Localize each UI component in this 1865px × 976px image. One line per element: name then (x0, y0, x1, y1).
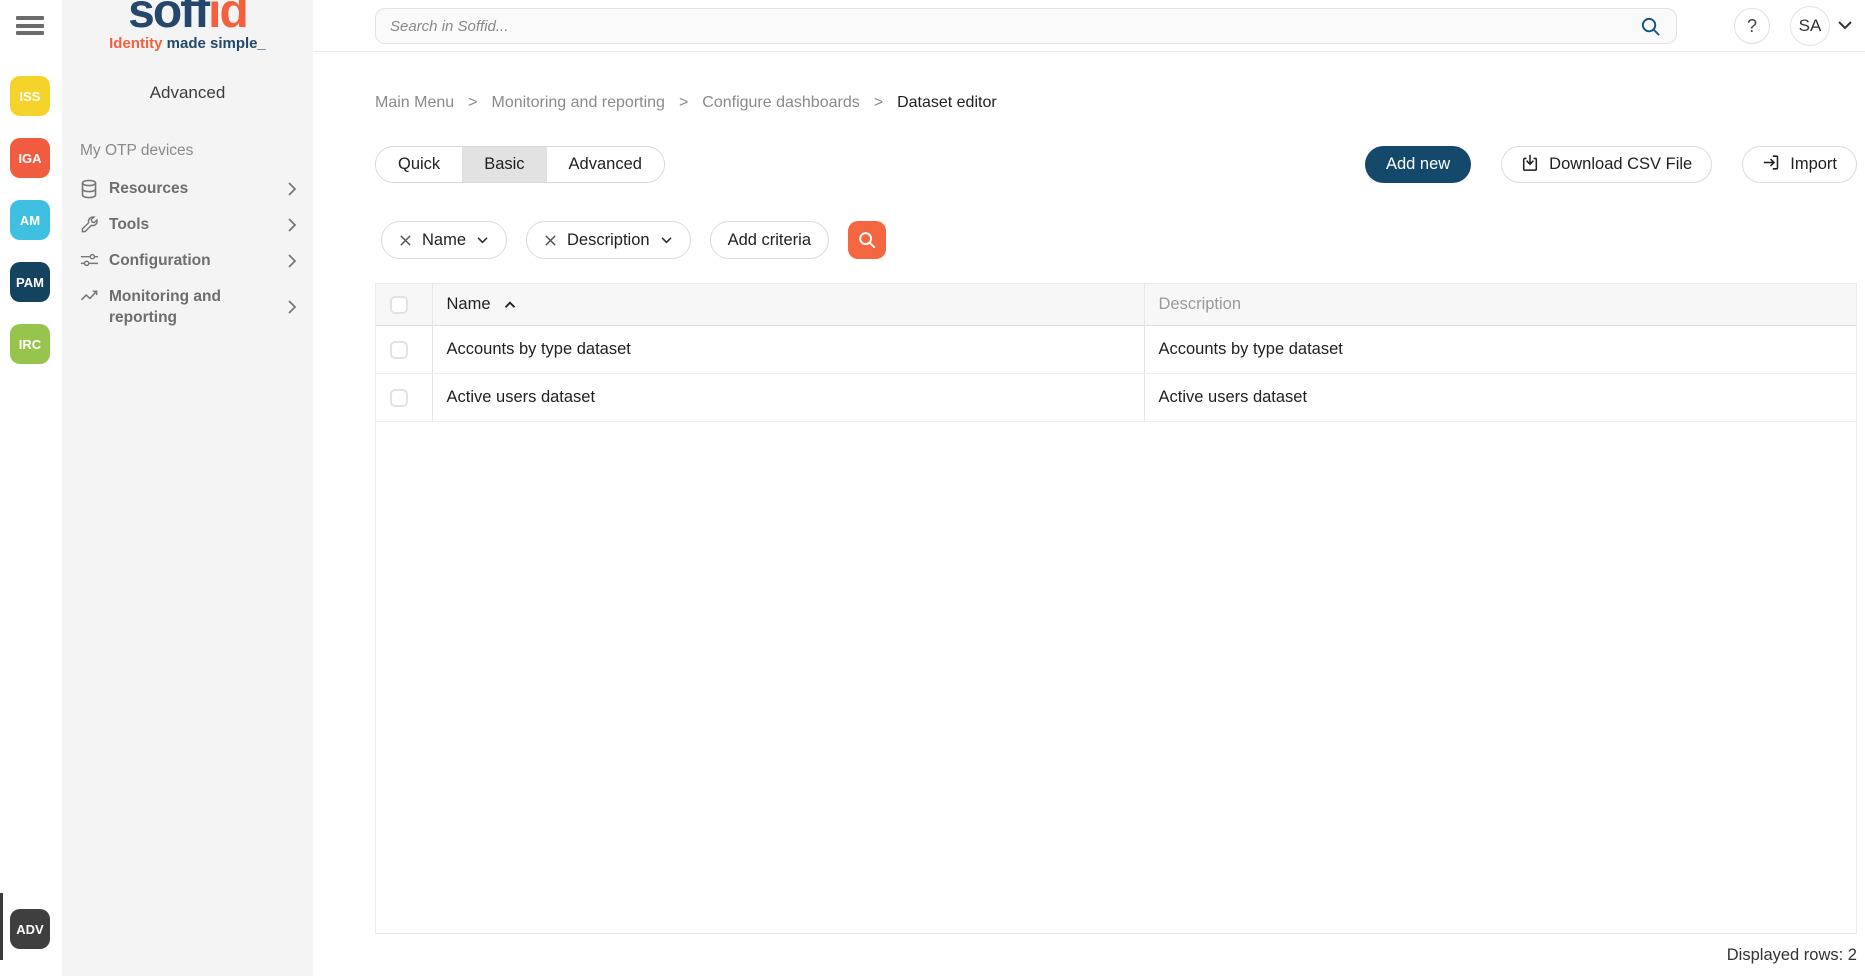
filter-chip-name[interactable]: Name (381, 221, 507, 259)
breadcrumb-configure-dashboards[interactable]: Configure dashboards (702, 94, 859, 112)
rail-scrollbar[interactable] (0, 893, 3, 960)
toolbar-row: Quick Basic Advanced Add new Download CS… (375, 146, 1857, 183)
sidebar: soffid Identity made simple_ Advanced My… (62, 0, 313, 976)
chevron-right-icon (287, 253, 301, 269)
import-label: Import (1790, 155, 1837, 174)
row-checkbox[interactable] (390, 341, 408, 359)
remove-filter-icon[interactable] (544, 234, 557, 247)
module-badge-pam[interactable]: PAM (10, 262, 50, 302)
download-csv-label: Download CSV File (1549, 155, 1692, 174)
cell-name[interactable]: Active users dataset (432, 374, 1144, 422)
chevron-right-icon (287, 181, 301, 197)
top-bar: ? SA (313, 0, 1865, 52)
sidebar-item-resources[interactable]: Resources (62, 178, 313, 199)
sidebar-item-label: My OTP devices (80, 140, 301, 161)
row-select-cell (376, 374, 432, 422)
search-input[interactable] (390, 18, 1640, 35)
chevron-right-icon (287, 299, 301, 315)
main-content: ? SA Main Menu > Monitoring and reportin… (313, 0, 1865, 976)
datasets-table: Name Description Accounts by type datase… (375, 283, 1857, 934)
filters-row: Name Description Add criteria (381, 221, 886, 259)
table-row[interactable]: Accounts by type dataset Accounts by typ… (376, 326, 1856, 374)
cell-description[interactable]: Active users dataset (1144, 374, 1856, 422)
logo-wordmark: soffid (62, 0, 313, 38)
import-icon (1762, 153, 1780, 177)
select-all-cell (376, 284, 432, 326)
hamburger-menu-icon[interactable] (16, 16, 44, 38)
filter-chip-label: Name (422, 231, 466, 250)
breadcrumb-monitoring-and-reporting[interactable]: Monitoring and reporting (492, 94, 665, 112)
module-badge-iga[interactable]: IGA (10, 138, 50, 178)
module-rail: ISS IGA AM PAM IRC ADV (0, 0, 62, 976)
module-badge-list: ISS IGA AM PAM IRC (10, 76, 50, 364)
logo-tagline: Identity made simple_ (62, 35, 313, 52)
chevron-right-icon (287, 217, 301, 233)
search-icon[interactable] (1640, 16, 1662, 37)
filter-chip-description[interactable]: Description (526, 221, 691, 259)
chevron-down-icon[interactable] (1837, 19, 1853, 31)
global-search-bar (375, 8, 1677, 44)
tab-basic[interactable]: Basic (462, 147, 546, 182)
cell-description[interactable]: Accounts by type dataset (1144, 326, 1856, 374)
database-icon (80, 178, 100, 199)
add-new-button[interactable]: Add new (1365, 146, 1471, 183)
column-header-description[interactable]: Description (1144, 284, 1856, 326)
action-buttons: Add new Download CSV File Import (1365, 146, 1857, 183)
edition-title: Advanced (62, 83, 313, 103)
import-button[interactable]: Import (1742, 146, 1857, 183)
row-checkbox[interactable] (390, 389, 408, 407)
breadcrumb-separator: > (679, 94, 688, 112)
sidebar-item-label: Monitoring and reporting (109, 286, 287, 328)
table-header-row: Name Description (376, 284, 1856, 326)
sliders-icon (80, 250, 100, 271)
view-mode-tabs: Quick Basic Advanced (375, 146, 665, 183)
trend-line-icon (80, 286, 100, 307)
sidebar-nav: My OTP devices Resources Tools (62, 140, 313, 343)
soffid-logo: soffid Identity made simple_ (62, 0, 313, 52)
breadcrumb-separator: > (468, 94, 477, 112)
row-select-cell (376, 326, 432, 374)
breadcrumb: Main Menu > Monitoring and reporting > C… (375, 94, 997, 112)
module-badge-am[interactable]: AM (10, 200, 50, 240)
chevron-down-icon (476, 236, 489, 245)
displayed-rows-count: Displayed rows: 2 (1727, 946, 1857, 965)
filter-chip-label: Description (567, 231, 650, 250)
download-csv-button[interactable]: Download CSV File (1501, 146, 1712, 183)
help-button[interactable]: ? (1734, 8, 1770, 44)
user-avatar[interactable]: SA (1790, 6, 1830, 46)
tab-advanced[interactable]: Advanced (547, 147, 664, 182)
select-all-checkbox[interactable] (390, 296, 408, 314)
sidebar-item-label: Resources (109, 178, 287, 199)
sidebar-item-configuration[interactable]: Configuration (62, 250, 313, 271)
download-icon (1521, 153, 1539, 177)
column-header-name[interactable]: Name (432, 284, 1144, 326)
module-badge-irc[interactable]: IRC (10, 324, 50, 364)
breadcrumb-separator: > (874, 94, 883, 112)
remove-filter-icon[interactable] (399, 234, 412, 247)
breadcrumb-current-page: Dataset editor (897, 94, 997, 112)
app-window: ISS IGA AM PAM IRC ADV soffid Identity m… (0, 0, 1865, 976)
module-badge-iss[interactable]: ISS (10, 76, 50, 116)
module-badge-adv[interactable]: ADV (10, 909, 50, 949)
apply-search-button[interactable] (848, 221, 886, 259)
sidebar-item-my-otp-devices[interactable]: My OTP devices (62, 140, 313, 161)
sort-asc-icon (503, 300, 517, 309)
add-criteria-button[interactable]: Add criteria (710, 221, 829, 259)
cell-name[interactable]: Accounts by type dataset (432, 326, 1144, 374)
tab-quick[interactable]: Quick (376, 147, 462, 182)
breadcrumb-main-menu[interactable]: Main Menu (375, 94, 454, 112)
chevron-down-icon (660, 236, 673, 245)
wrench-icon (80, 214, 100, 235)
sidebar-item-monitoring-and-reporting[interactable]: Monitoring and reporting (62, 286, 313, 328)
table-row[interactable]: Active users dataset Active users datase… (376, 374, 1856, 422)
sidebar-item-label: Configuration (109, 250, 287, 271)
search-icon (857, 230, 877, 250)
sidebar-item-tools[interactable]: Tools (62, 214, 313, 235)
sidebar-item-label: Tools (109, 214, 287, 235)
